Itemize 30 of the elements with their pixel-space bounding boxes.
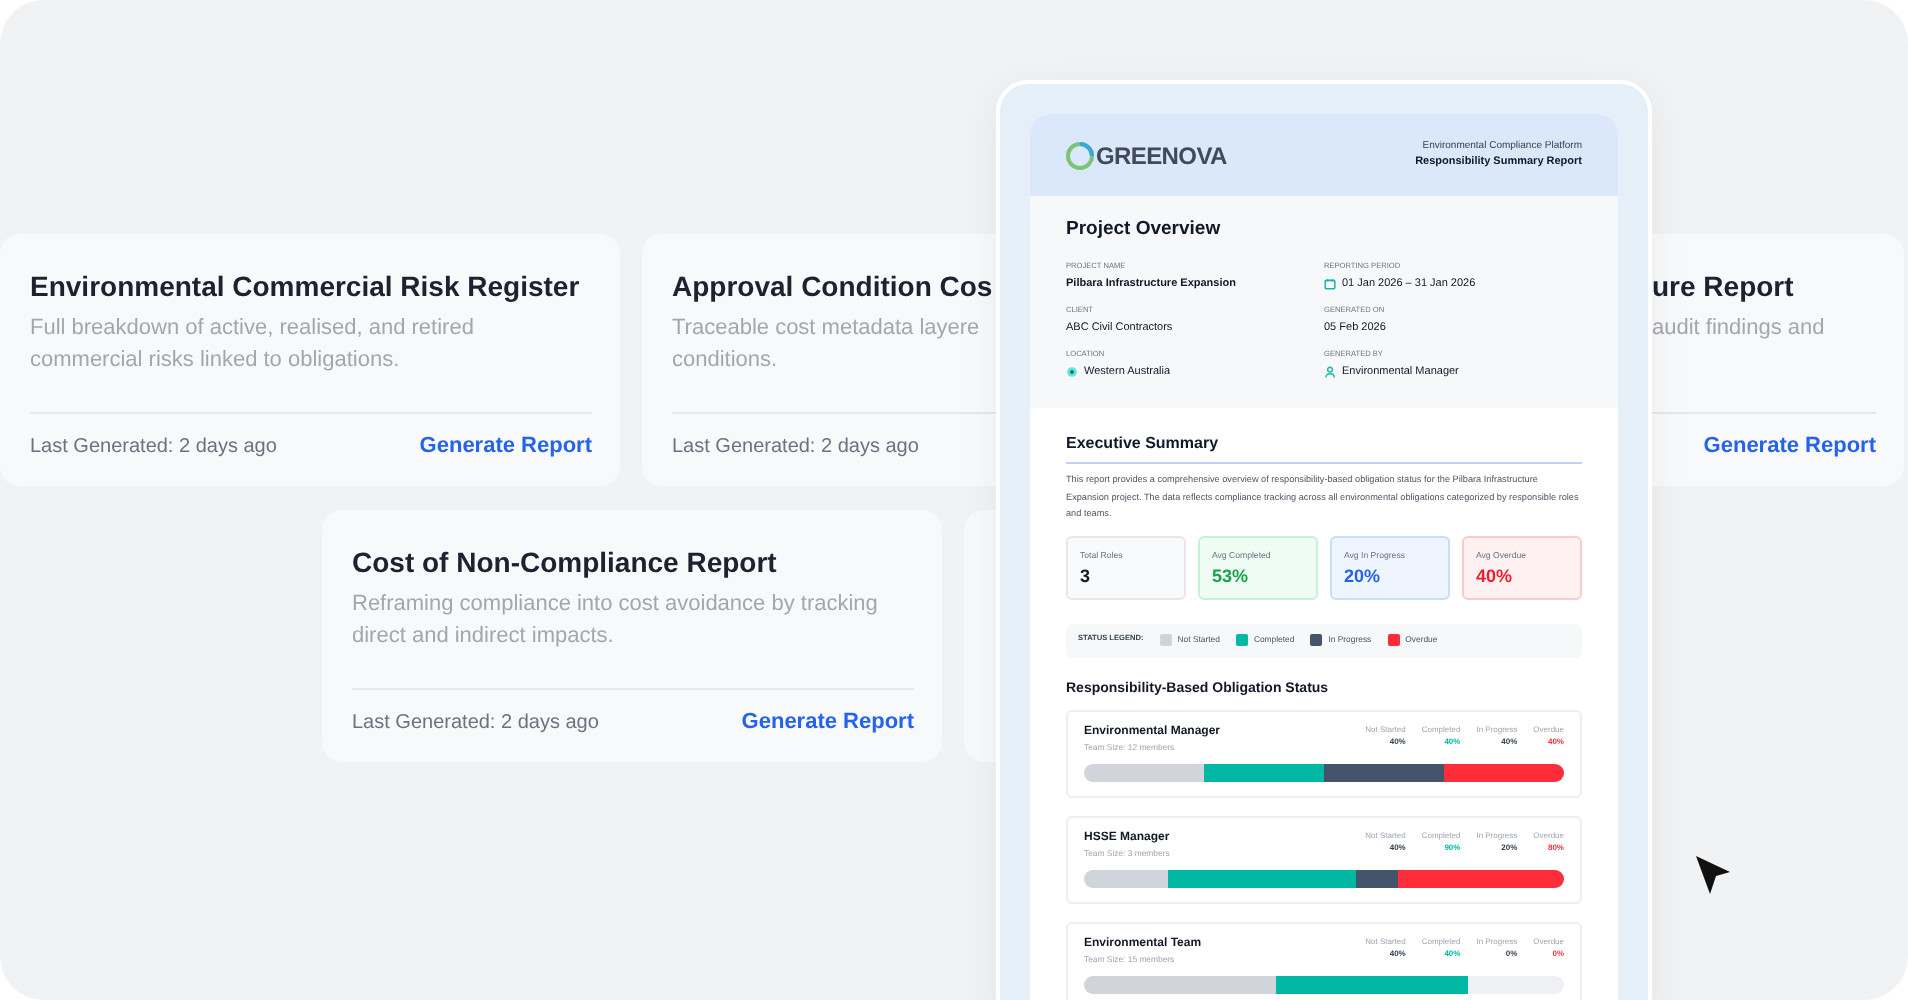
person-icon xyxy=(1324,366,1336,379)
logo-icon xyxy=(1066,141,1094,169)
last-generated-text: Last Generated: 2 days ago xyxy=(352,710,599,738)
stat-value: 3 xyxy=(1080,564,1093,591)
generate-report-link[interactable]: Generate Report xyxy=(741,706,914,740)
progress-segment xyxy=(1444,763,1564,782)
card-title: Environmental Commercial Risk Register xyxy=(30,268,580,306)
card-title: Cost of Non-Compliance Report xyxy=(352,544,777,582)
location-pin-icon xyxy=(1066,366,1078,379)
progress-segment xyxy=(1324,763,1444,782)
generate-report-link[interactable]: Generate Report xyxy=(419,430,592,464)
section-title: Executive Summary xyxy=(1066,432,1582,465)
card-title: ure Report xyxy=(1652,268,1794,306)
brand-name: GREENOVA xyxy=(1096,139,1227,173)
calendar-icon xyxy=(1324,278,1336,291)
card-description: audit findings and xyxy=(1652,314,1825,344)
card-description: Full breakdown of active, realised, and retired commercial risks linked to obligations. xyxy=(30,314,474,376)
progress-segment xyxy=(1204,763,1324,782)
generate-report-link[interactable]: Generate Report xyxy=(1703,430,1876,464)
progress-segment xyxy=(1084,763,1204,782)
stat-value: 20% xyxy=(1344,564,1383,591)
last-generated-text: Last Generated: 2 days ago xyxy=(672,434,919,462)
cursor-icon xyxy=(1694,854,1734,898)
last-generated-text: Last Generated: 2 days ago xyxy=(30,434,277,462)
card-description: Reframing compliance into cost avoidance by tracking direct and indirect impacts. xyxy=(352,590,878,652)
card-description: Traceable cost metadata layere conditions. xyxy=(672,314,980,376)
section-title: Project Overview xyxy=(1066,216,1223,244)
stat-value: 53% xyxy=(1212,564,1251,591)
stat-value: 40% xyxy=(1476,564,1515,591)
card-title: Approval Condition Cos xyxy=(672,268,993,306)
